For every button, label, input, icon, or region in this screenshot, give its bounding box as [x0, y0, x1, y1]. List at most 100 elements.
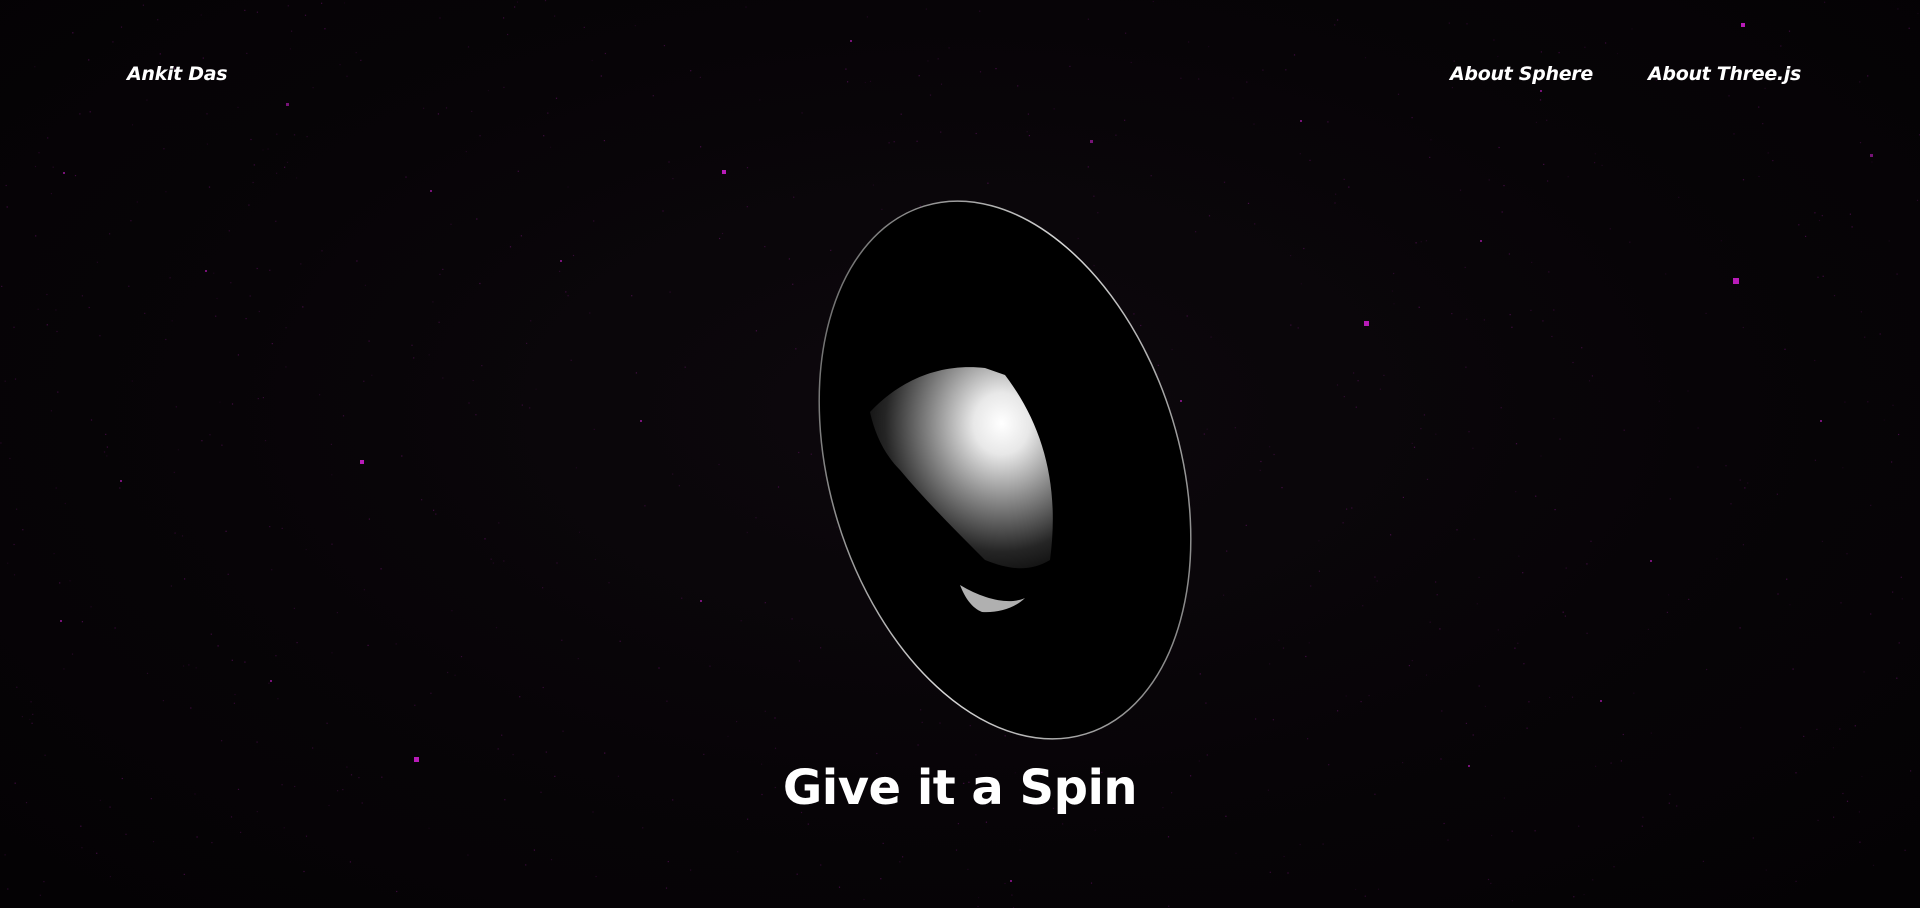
star-dust — [163, 148, 165, 150]
star-dust — [171, 320, 173, 322]
star-dust — [170, 585, 172, 587]
star-dust — [669, 291, 671, 293]
star-dust — [281, 527, 283, 529]
star-dust — [1439, 628, 1441, 630]
star-dust — [1687, 390, 1689, 392]
star-dust — [975, 754, 977, 756]
star-dust — [196, 836, 198, 838]
star-dust — [1336, 384, 1339, 386]
star-dust — [6, 206, 8, 208]
star-dust — [305, 835, 308, 837]
star-dust — [326, 722, 328, 724]
star-dust — [1784, 348, 1786, 350]
star-dust — [575, 467, 577, 469]
star-dust — [1590, 540, 1592, 542]
star-dust — [1425, 674, 1428, 676]
brand-link[interactable]: Ankit Das — [127, 63, 228, 85]
star-dust — [1487, 878, 1490, 881]
star-dust — [1234, 427, 1236, 429]
hero-headline: Give it a Spin — [782, 760, 1138, 816]
star-dust — [1622, 733, 1624, 736]
star-dust — [667, 861, 669, 863]
star-dust — [1273, 453, 1275, 456]
star-dust — [1859, 142, 1862, 144]
star-dust — [1408, 665, 1410, 667]
star-dust — [1705, 312, 1707, 314]
star-dust — [152, 841, 155, 843]
star-dust — [215, 315, 217, 317]
star-dust — [880, 878, 882, 880]
star-dust — [1772, 160, 1774, 162]
star-dust — [603, 140, 605, 142]
star-dust — [447, 671, 449, 674]
star-dust — [1415, 242, 1417, 244]
star-dust — [106, 446, 108, 448]
star-dust — [1426, 478, 1429, 480]
star-dust — [644, 505, 646, 507]
star-dust — [144, 312, 146, 314]
star-dust — [1346, 508, 1348, 510]
star-dust — [252, 181, 254, 184]
star-dust — [96, 261, 98, 263]
star-dust — [1870, 504, 1872, 506]
star-dust — [206, 143, 208, 145]
star-dust — [74, 175, 77, 177]
star-dust — [1011, 894, 1013, 896]
star-dust — [1383, 374, 1385, 376]
star-dust — [1259, 469, 1261, 471]
star-dust — [796, 873, 798, 875]
star — [1733, 278, 1739, 284]
star-dust — [184, 578, 186, 580]
star-dust — [593, 220, 595, 222]
star-dust — [1518, 555, 1520, 557]
nav-link-about-threejs[interactable]: About Three.js — [1648, 63, 1801, 85]
star — [1090, 140, 1093, 143]
star-dust — [1167, 836, 1170, 838]
star-dust — [209, 434, 211, 436]
star-dust — [1789, 604, 1791, 606]
star-dust — [1892, 591, 1894, 593]
star-dust — [234, 693, 236, 696]
star-dust — [1548, 271, 1550, 273]
star-dust — [90, 606, 92, 608]
star-dust — [1609, 228, 1611, 230]
star-dust — [1549, 696, 1551, 699]
star-dust — [917, 744, 919, 746]
star-dust — [5, 184, 7, 187]
star-dust — [1429, 156, 1431, 158]
star-dust — [52, 166, 54, 168]
star-dust — [589, 312, 591, 314]
star-dust — [1742, 179, 1745, 181]
star-dust — [364, 284, 366, 286]
star-dust — [31, 722, 33, 724]
star-dust — [1573, 896, 1575, 898]
star-dust — [658, 667, 660, 669]
star-dust — [1272, 719, 1274, 721]
star-dust — [678, 485, 680, 487]
star-dust — [1290, 255, 1292, 257]
star-dust — [1817, 276, 1819, 278]
star-dust — [1517, 642, 1519, 644]
star-dust — [396, 890, 398, 893]
star-dust — [1904, 849, 1906, 851]
star-dust — [114, 627, 116, 629]
star-dust — [38, 152, 40, 154]
star-dust — [312, 747, 314, 749]
star-dust — [1514, 647, 1516, 649]
star-dust — [216, 297, 218, 300]
star-dust — [572, 254, 575, 257]
three-scene[interactable]: Ankit Das About Sphere About Three.js Gi… — [0, 0, 1920, 908]
star-dust — [331, 474, 333, 476]
star-dust — [210, 633, 212, 635]
star-dust — [521, 404, 523, 406]
sphere-canvas[interactable] — [760, 180, 1220, 740]
star-dust — [269, 269, 271, 271]
star-dust — [81, 847, 83, 849]
star-dust — [1817, 819, 1819, 821]
nav-link-about-sphere[interactable]: About Sphere — [1450, 63, 1593, 85]
star — [1600, 700, 1602, 702]
star-dust — [719, 237, 721, 240]
star-dust — [286, 161, 289, 163]
star-dust — [1854, 725, 1856, 727]
star — [205, 270, 207, 272]
